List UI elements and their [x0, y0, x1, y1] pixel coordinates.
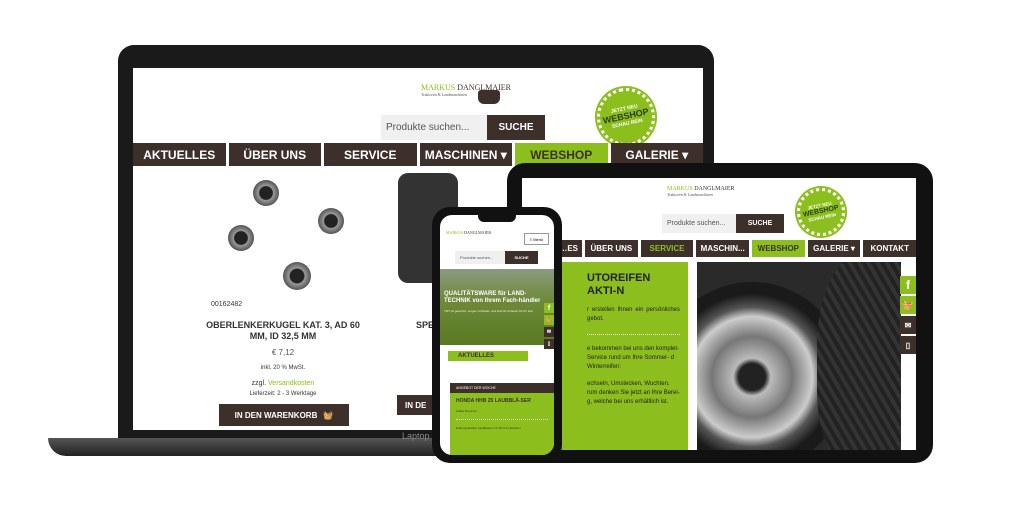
phone-search-button[interactable]: SUCHE	[505, 251, 538, 264]
phone-basket-icon[interactable]: 🧺	[544, 315, 554, 325]
tablet-nav-ueber-uns[interactable]: ÜBER UNS	[585, 240, 638, 257]
phone-offer-article: Artikel Nummer:	[456, 409, 478, 413]
phone-logo: MARKUS DANGLMAIER	[446, 230, 492, 235]
phone-notch	[478, 215, 516, 222]
phone-hero-sub: TMT ist gewohnt, sorgen zufrieden und si…	[444, 309, 533, 313]
phone-offer-bullet: leistungsstarker Laubbläser mit 25 cm³ H…	[456, 426, 521, 430]
tablet-side-icons: f 🧺 ✉ ▯	[900, 276, 916, 356]
product-image	[223, 180, 344, 290]
newsletter-icon[interactable]: ✉	[900, 316, 916, 334]
offer-text-3: echseln, Umstecken, Wuchten. rum denken …	[587, 381, 680, 405]
tire-image	[697, 262, 901, 450]
nav-aktuelles[interactable]: AKTUELLES	[133, 143, 226, 166]
product-tax: inkl. 20 % MwSt.	[260, 365, 306, 371]
search-button[interactable]: SUCHE	[487, 115, 545, 140]
offer-text-1: r erstellen Ihnen ein persönliches gebot…	[587, 307, 680, 322]
basket-icon: 🧺	[323, 410, 334, 420]
laptop-label: Laptop	[402, 431, 430, 441]
tablet-nav-galerie[interactable]: GALERIE ▾	[807, 240, 861, 257]
tablet-nav-webshop[interactable]: WEBSHOP	[752, 240, 805, 257]
product-shipping: zzgl. Versandkosten	[198, 380, 368, 387]
nav-service[interactable]: SERVICE	[324, 143, 417, 166]
product-delivery: Lieferzeit: 2 - 3 Werktage	[249, 391, 317, 397]
offer-text-2: e bekommen bei uns den komplet- Service …	[587, 346, 680, 370]
phone-section-aktuelles: AKTUELLES	[448, 351, 528, 361]
webshop-badge[interactable]: JETZT NEU WEBSHOP SCHAU REIN	[589, 80, 663, 154]
phone-screen: MARKUS DANGLMAIER ≡ Menü Produkte suchen…	[440, 215, 554, 455]
product-sku: 00162482	[211, 301, 243, 308]
tablet-logo: MARKUS DANGLMAIER Traktoren & Landmaschin…	[667, 186, 735, 197]
tablet-webshop-badge[interactable]: JETZT NEU WEBSHOP SCHAU REIN	[790, 181, 852, 243]
search-input[interactable]: Produkte suchen...	[381, 115, 487, 140]
phone-side-icons: f 🧺 ✉ ▯	[544, 303, 554, 351]
phone-offer-title[interactable]: HONDA HHB 25 LAUBBLÄ-SER	[456, 398, 548, 404]
basket-icon[interactable]: 🧺	[900, 296, 916, 314]
tablet-search-input[interactable]: Produkte suchen...	[662, 214, 736, 233]
nav-ueber-uns[interactable]: ÜBER UNS	[228, 143, 321, 166]
product-title[interactable]: OBERLENKERKUGEL KAT. 3, AD 60 MM, ID 32,…	[198, 320, 368, 342]
nav-maschinen[interactable]: MASCHINEN ▾	[419, 143, 512, 166]
tablet-search-button[interactable]: SUCHE	[736, 214, 784, 233]
phone-offer-card: HONDA HHB 25 LAUBBLÄ-SER Artikel Nummer:…	[450, 393, 554, 455]
tablet-nav-service[interactable]: SERVICE	[640, 240, 694, 257]
phone-facebook-icon[interactable]: f	[544, 303, 554, 313]
shipping-prefix: zzgl.	[251, 380, 267, 387]
product-price: € 7,12	[271, 348, 295, 357]
offer-heading: UTOREIFEN AKTI-N	[587, 272, 651, 297]
tablet-screen: MARKUS DANGLMAIER Traktoren & Landmaschin…	[522, 178, 916, 450]
tractor-icon	[478, 90, 500, 104]
tablet-nav: …ES ÜBER UNS SERVICE MASCHIN... WEBSHOP …	[522, 240, 916, 257]
tablet-nav-maschinen[interactable]: MASCHIN...	[696, 240, 750, 257]
tire-offer-panel: UTOREIFEN AKTI-N r erstellen Ihnen ein p…	[555, 262, 688, 450]
facebook-icon[interactable]: f	[900, 276, 916, 294]
tablet-search[interactable]: Produkte suchen... SUCHE	[662, 214, 784, 233]
add-to-cart-label: IN DEN WARENKORB	[234, 410, 318, 420]
phone-search[interactable]: Produkte suchen... SUCHE	[455, 251, 538, 264]
phone-hero: QUALITÄTSWARE für LAND-TECHNIK von Ihrem…	[440, 269, 554, 345]
mobile-icon[interactable]: ▯	[900, 336, 916, 354]
phone-offer-label: ANGEBOT DER WOCHE	[450, 383, 554, 393]
search-bar[interactable]: Produkte suchen... SUCHE	[381, 115, 545, 140]
shipping-link[interactable]: Versandkosten	[268, 380, 314, 387]
add-to-cart-button[interactable]: IN DEN WARENKORB 🧺	[219, 404, 349, 426]
phone-menu-button[interactable]: ≡ Menü	[524, 233, 549, 245]
phone-hero-title: QUALITÄTSWARE für LAND-TECHNIK von Ihrem…	[444, 291, 541, 304]
tablet-nav-kontakt[interactable]: KONTAKT	[863, 240, 916, 257]
phone-search-input[interactable]: Produkte suchen...	[455, 251, 505, 264]
phone-newsletter-icon[interactable]: ✉	[544, 327, 554, 337]
phone-mobile-icon[interactable]: ▯	[544, 339, 554, 349]
